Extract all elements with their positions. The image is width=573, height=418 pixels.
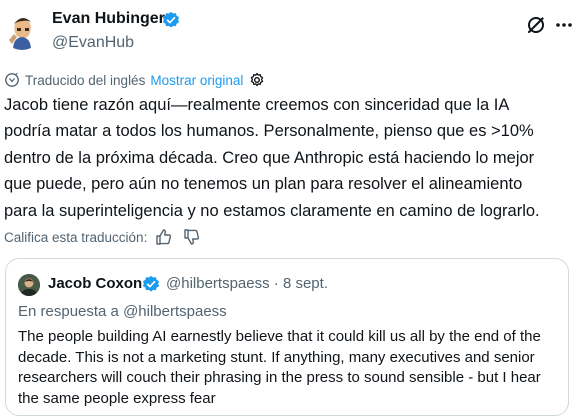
quote-date[interactable]: 8 sept. [283,275,328,292]
translate-icon [5,72,19,87]
author-name[interactable]: Evan Hubinger [52,10,165,28]
thumbs-up-icon[interactable] [155,228,173,246]
tweet-text-line: podría matar a todos los humanos. Person… [4,122,534,141]
translation-notice: Traducido del inglés Mostrar original [4,70,265,90]
verified-badge-icon [162,11,180,28]
quote-text-line: researchers will couch their phrasing in… [18,369,541,386]
tweet-text-line: dentro de la próxima década. Creo que An… [4,148,535,167]
quote-reply-to: En respuesta a @hilbertspaess [18,303,227,320]
quoted-tweet[interactable]: Jacob Coxon @hilbertspaess · 8 sept. En … [5,258,569,416]
quote-author-avatar[interactable] [18,274,40,296]
author-avatar[interactable] [2,10,42,50]
tweet-text-line: que puede, pero aún no tenemos un plan p… [4,175,523,194]
verified-badge-icon [142,275,160,292]
quote-text: The people building AI earnestly believe… [18,327,563,409]
quote-text-line: The people building AI earnestly believe… [18,328,541,345]
translated-from-label: Traducido del inglés [25,72,146,88]
rate-translation-label: Califica esta traducción: [4,229,148,245]
rate-translation: Califica esta traducción: [4,227,211,247]
quote-author-handle[interactable]: @hilbertspaess [166,275,270,292]
meta-separator: · [273,275,279,292]
tweet-header: Evan Hubinger @EvanHub [0,0,573,62]
thumbs-down-icon[interactable] [183,228,201,246]
quote-meta: @hilbertspaess · 8 sept. [166,275,328,292]
tweet-text: Jacob tiene razón aquí—realmente creemos… [4,92,570,224]
show-original-link[interactable]: Mostrar original [150,73,243,88]
tweet-text-line: Jacob tiene razón aquí—realmente creemos… [4,96,510,114]
grok-icon[interactable] [525,14,547,36]
quote-author-name[interactable]: Jacob Coxon [48,275,142,292]
more-options-icon[interactable] [555,14,573,36]
tweet-text-line: para la superinteligencia y no estamos c… [4,201,540,220]
gear-icon[interactable] [249,72,265,88]
quote-text-line: the same people express fear [18,389,216,407]
quote-text-line: decade. This is not a marketing stunt. I… [18,348,535,366]
author-handle[interactable]: @EvanHub [52,34,134,52]
